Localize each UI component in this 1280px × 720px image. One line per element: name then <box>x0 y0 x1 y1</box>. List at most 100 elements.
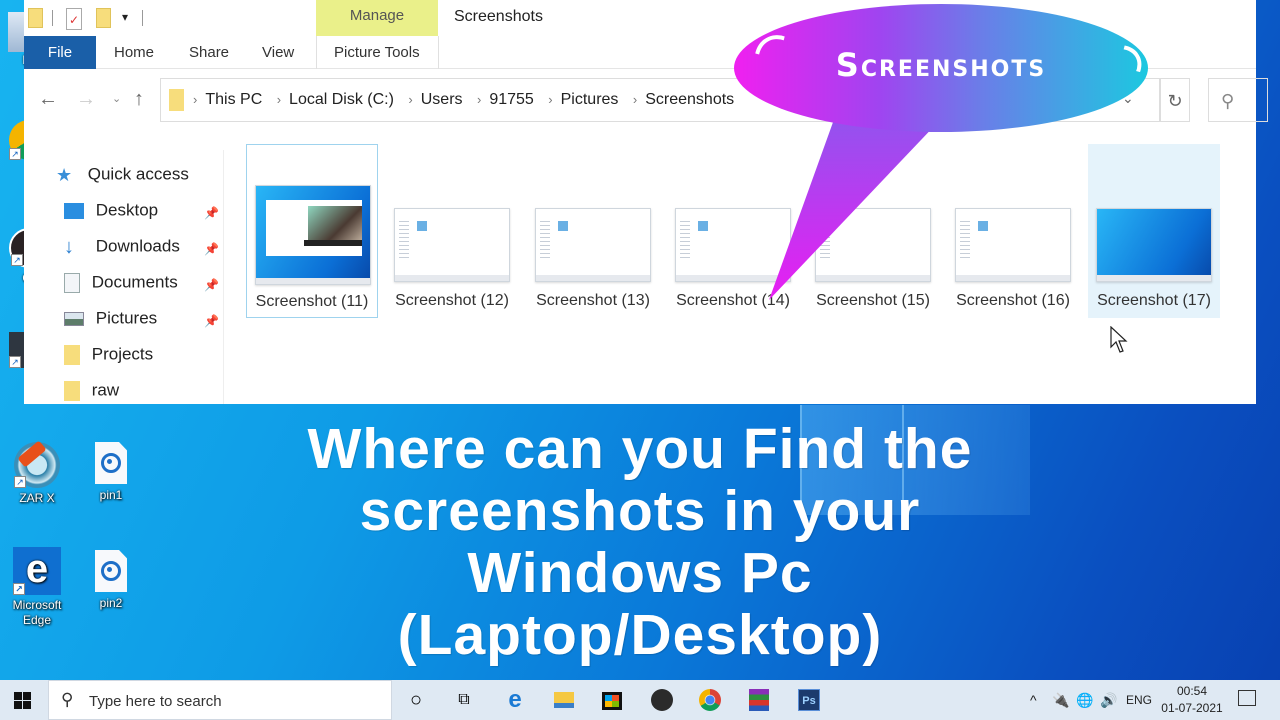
breadcrumb-pictures[interactable]: Pictures <box>561 91 619 108</box>
recent-locations-button[interactable]: ⌄ <box>112 92 121 105</box>
search-icon: ⚲ <box>1221 91 1235 111</box>
zar-x-icon: ↗ <box>14 440 60 488</box>
winrar-taskbar-icon[interactable] <box>747 688 771 712</box>
thumbnail-taskbar <box>676 275 790 281</box>
desktop-icon <box>64 202 84 219</box>
thumbnail-icon <box>558 221 568 231</box>
cortana-button[interactable]: ○ <box>404 688 428 712</box>
document-icon <box>64 272 80 293</box>
tab-share[interactable]: Share <box>189 36 229 69</box>
tab-picture-tools[interactable]: Picture Tools <box>334 36 420 69</box>
action-center-icon[interactable] <box>1238 690 1256 706</box>
windows-logo-icon <box>14 692 22 700</box>
chevron-right-icon[interactable]: › <box>548 92 552 107</box>
folder-icon <box>169 89 184 111</box>
thumbnail-image <box>675 208 791 282</box>
network-icon[interactable]: 🌐 <box>1076 692 1093 709</box>
breadcrumb-this-pc[interactable]: This PC <box>205 91 262 108</box>
thumbnail-image <box>255 185 371 285</box>
breadcrumb-local-disk[interactable]: Local Disk (C:) <box>289 91 394 108</box>
desktop-icon-zar-x[interactable]: ↗ ZAR X <box>2 440 72 505</box>
chevron-right-icon[interactable]: › <box>477 92 481 107</box>
nav-item-desktop[interactable]: Desktop <box>64 200 158 224</box>
desktop-icon-microsoft-edge[interactable]: e ↗ Microsoft Edge <box>2 547 72 628</box>
breadcrumb: › This PC › Local Disk (C:) › Users › 91755 … <box>189 91 740 109</box>
nav-item-downloads[interactable]: ↓ Downloads <box>64 236 180 260</box>
taskbar-search-input[interactable]: ⚲ Type here to search <box>48 680 392 720</box>
file-item[interactable]: Screenshot (12) <box>386 144 518 318</box>
thumbnail-taskbar <box>536 275 650 281</box>
nav-quick-access[interactable]: ★ Quick access <box>56 164 189 188</box>
show-hidden-icons-button[interactable]: ^ <box>1030 692 1037 708</box>
nav-item-pictures[interactable]: Pictures <box>64 308 157 332</box>
tab-home[interactable]: Home <box>114 36 154 69</box>
toolbar-divider <box>52 10 53 26</box>
desktop-icon-pin1[interactable]: pin1 <box>76 442 146 502</box>
clock-time: 00:54 <box>1176 684 1208 698</box>
thumbnail-sidebar <box>680 221 690 261</box>
file-item[interactable]: Screenshot (11) <box>246 144 378 318</box>
file-item[interactable]: Screenshot (13) <box>527 144 659 318</box>
obs-taskbar-icon[interactable] <box>650 688 674 712</box>
nav-item-projects[interactable]: Projects <box>64 344 153 368</box>
file-item[interactable]: Screenshot (16) <box>947 144 1079 318</box>
pin-icon[interactable]: 📌 <box>204 314 219 328</box>
folder-icon <box>64 380 80 401</box>
windows-logo-icon <box>23 701 31 709</box>
start-button[interactable] <box>14 692 31 709</box>
shortcut-arrow-icon: ↗ <box>13 583 25 595</box>
nav-item-documents[interactable]: Documents <box>64 272 178 296</box>
refresh-button[interactable]: ↻ <box>1160 78 1190 122</box>
chevron-right-icon[interactable]: › <box>633 92 637 107</box>
folder-icon[interactable] <box>28 8 43 28</box>
thumbnail-sidebar <box>399 221 409 261</box>
new-folder-icon[interactable] <box>96 8 111 28</box>
file-item[interactable]: Screenshot (17) <box>1088 144 1220 318</box>
window-title: Screenshots <box>454 8 543 25</box>
thumbnail-image <box>955 208 1071 282</box>
thumbnail-strip <box>304 240 362 246</box>
language-indicator[interactable]: ENG <box>1126 693 1152 707</box>
nav-item-raw[interactable]: raw <box>64 380 119 404</box>
photoshop-taskbar-icon[interactable]: Ps <box>797 688 821 712</box>
up-button[interactable]: ↑ <box>134 88 144 111</box>
taskbar: ⚲ Type here to search ○ ⧉ e Ps ^ 🔌 🌐 🔊 E… <box>0 680 1280 720</box>
file-explorer-taskbar-icon[interactable] <box>552 688 576 712</box>
breadcrumb-screenshots[interactable]: Screenshots <box>645 91 734 108</box>
pin-file-icon <box>95 442 127 484</box>
desktop-icon-pin2[interactable]: pin2 <box>76 550 146 610</box>
thumbnail-taskbar <box>956 275 1070 281</box>
search-input[interactable]: ⚲ <box>1208 78 1268 122</box>
file-item[interactable]: Screenshot (14) <box>667 144 799 318</box>
thumbnail-icon <box>698 221 708 231</box>
tab-view[interactable]: View <box>262 36 294 69</box>
customize-toolbar-icon[interactable]: ▾ <box>122 10 128 24</box>
thumbnail-photo <box>308 206 362 244</box>
thumbnail-taskbar <box>816 275 930 281</box>
breadcrumb-user-folder[interactable]: 91755 <box>489 91 534 108</box>
volume-icon[interactable]: 🔊 <box>1100 692 1117 709</box>
pin-icon[interactable]: 📌 <box>204 206 219 220</box>
thumbnail-icon <box>417 221 427 231</box>
edge-taskbar-icon[interactable]: e <box>503 688 527 712</box>
battery-icon[interactable]: 🔌 <box>1052 692 1069 709</box>
task-view-button[interactable]: ⧉ <box>452 688 476 712</box>
chevron-right-icon[interactable]: › <box>408 92 412 107</box>
pin-icon[interactable]: 📌 <box>204 278 219 292</box>
back-button[interactable]: ← <box>38 88 58 111</box>
headline-line: Windows Pc <box>467 541 813 605</box>
chrome-taskbar-icon[interactable] <box>698 688 722 712</box>
thumbnail-taskbar <box>395 275 509 281</box>
thumbnail-image <box>1096 208 1212 282</box>
clock[interactable]: 00:54 01-07-2021 <box>1158 683 1226 717</box>
store-taskbar-icon[interactable] <box>600 688 624 712</box>
manage-context-tab[interactable]: Manage <box>316 0 438 36</box>
chevron-right-icon[interactable]: › <box>277 92 281 107</box>
pin-icon[interactable]: 📌 <box>204 242 219 256</box>
forward-button[interactable]: → <box>76 88 96 111</box>
breadcrumb-users[interactable]: Users <box>421 91 463 108</box>
properties-icon[interactable]: ✓ <box>66 8 82 30</box>
thumbnail-icon <box>978 221 988 231</box>
tab-file[interactable]: File <box>24 36 96 69</box>
thumbnail-image <box>394 208 510 282</box>
